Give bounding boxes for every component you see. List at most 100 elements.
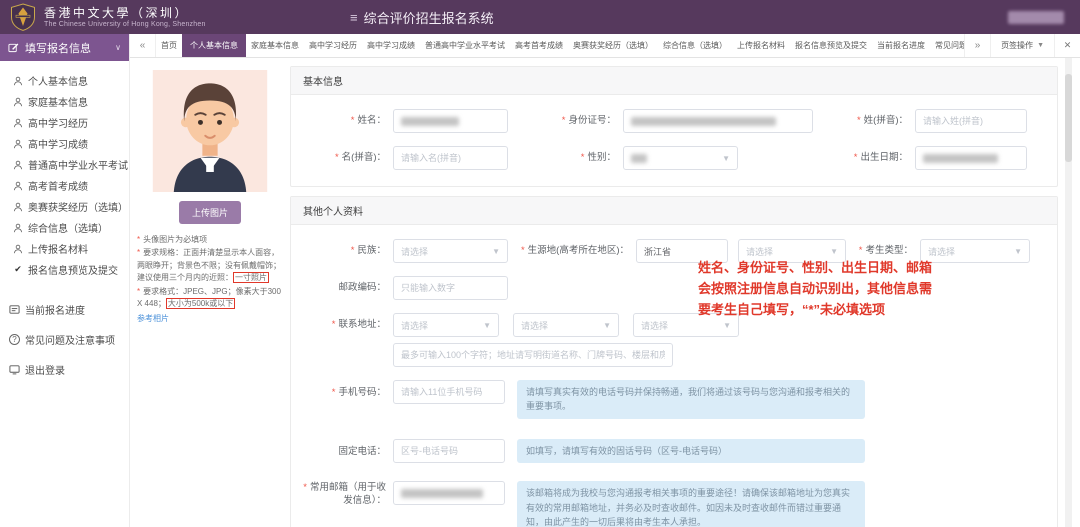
email-hint: 该邮箱将成为我校与您沟通报考相关事项的重要途径！请确保该邮箱地址为您真实有效的常… (517, 481, 865, 527)
question-icon: ? (9, 334, 20, 345)
sidebar-group-label: 填写报名信息 (25, 40, 91, 56)
sidebar-item-hs-experience[interactable]: 高中学习经历 (0, 112, 129, 133)
surname-pinyin-input[interactable] (915, 109, 1027, 133)
tab-progress[interactable]: 当前报名进度 (872, 34, 930, 57)
sidebar-item-preview-submit[interactable]: ✔ 报名信息预览及提交 (0, 259, 129, 280)
scrollbar-thumb[interactable] (1065, 74, 1072, 162)
progress-list-icon (9, 304, 20, 315)
university-name-en: The Chinese University of Hong Kong, She… (44, 21, 206, 28)
gender-select[interactable]: ▼ (623, 146, 738, 170)
address-detail-input[interactable] (393, 343, 673, 367)
birth-date-input[interactable] (915, 146, 1027, 170)
address-district-select[interactable]: 请选择 ▼ (633, 313, 739, 337)
sidebar-item-family-info[interactable]: 家庭基本信息 (0, 91, 129, 112)
sidebar-item-olympiad-awards[interactable]: 奥赛获奖经历（选填） (0, 196, 129, 217)
address-province-select[interactable]: 请选择 ▼ (393, 313, 499, 337)
caret-down-icon: ▼ (603, 321, 611, 330)
given-pinyin-input[interactable] (393, 146, 508, 170)
scroll-tabs-right-icon[interactable]: » (964, 34, 990, 57)
landline-hint: 如填写，请填写有效的固话号码（区号-电话号码） (517, 439, 865, 463)
field-name: 姓名： (303, 109, 535, 133)
id-number-input[interactable] (623, 109, 813, 133)
tab-gaokao-scores[interactable]: 高考首考成绩 (510, 34, 568, 57)
row-postal-code: 邮政编码： (303, 276, 1045, 300)
section-basic-info: 基本信息 姓名： 身份证号： 姓(拼音)： (290, 66, 1058, 187)
sidebar-item-comprehensive-info[interactable]: 综合信息（选填） (0, 217, 129, 238)
caret-down-icon: ▼ (1037, 42, 1044, 49)
row-email: 常用邮箱（用于收发信息）： 该邮箱将成为我校与您沟通报考相关事项的重要途径！请确… (303, 481, 1045, 527)
sidebar-group-fill-info[interactable]: 填写报名信息 ∨ (0, 34, 129, 61)
caret-down-icon: ▼ (723, 321, 731, 330)
university-name-cn: 香港中文大學（深圳） (44, 6, 206, 21)
tab-family-info[interactable]: 家庭基本信息 (246, 34, 304, 57)
person-icon (13, 139, 23, 149)
tabs-strip: 首页 个人基本信息 家庭基本信息 高中学习经历 高中学习成绩 普通高中学业水平考… (156, 34, 964, 57)
edit-icon (8, 42, 19, 53)
sidebar-item-personal-info[interactable]: 个人基本信息 (0, 70, 129, 91)
tab-comprehensive-info[interactable]: 综合信息（选填） (658, 34, 732, 57)
person-icon (13, 160, 23, 170)
system-title: 综合评价招生报名系统 (364, 8, 494, 27)
tab-bar: « 首页 个人基本信息 家庭基本信息 高中学习经历 高中学习成绩 普通高中学业水… (130, 34, 1080, 58)
sidebar-nav: 填写报名信息 ∨ 个人基本信息 家庭基本信息 高中学习经历 高中学习成绩 (0, 34, 130, 527)
ethnicity-select[interactable]: 请选择 ▼ (393, 239, 508, 263)
name-input[interactable] (393, 109, 508, 133)
mobile-input[interactable] (393, 380, 505, 404)
photo-requirements: 头像图片为必填项 要求规格：正面并清楚显示本人面容，两眼睁开；背景色不限；没有佩… (137, 234, 283, 326)
close-tab-icon[interactable]: ✕ (1054, 34, 1080, 57)
hamburger-menu-icon[interactable]: ≡ (350, 10, 358, 25)
field-surname-pinyin: 姓(拼音)： (835, 109, 1045, 133)
postal-code-input[interactable] (393, 276, 508, 300)
landline-input[interactable] (393, 439, 505, 463)
sidebar-footer: 当前报名进度 ? 常见问题及注意事项 退出登录 (0, 294, 129, 384)
tab-faq[interactable]: 常见问题及注意事项 (930, 34, 964, 57)
sidebar-item-gaokao-scores[interactable]: 高考首考成绩 (0, 175, 129, 196)
tab-upload-materials[interactable]: 上传报名材料 (732, 34, 790, 57)
row-address-selects: 联系地址： 请选择 ▼ 请选择 ▼ 请选择 (303, 313, 1045, 337)
tab-operations-dropdown[interactable]: 页签操作 ▼ (990, 34, 1054, 57)
photo-note-required: 头像图片为必填项 (143, 235, 207, 244)
tab-hs-grades[interactable]: 高中学习成绩 (362, 34, 420, 57)
form-area: 基本信息 姓名： 身份证号： 姓(拼音)： (290, 66, 1058, 527)
avatar-photo (151, 70, 269, 192)
field-given-pinyin: 名(拼音)： (303, 146, 535, 170)
caret-down-icon: ▼ (722, 154, 730, 163)
vertical-scrollbar[interactable] (1065, 58, 1072, 527)
candidate-type-select[interactable]: 请选择 ▼ (920, 239, 1030, 263)
caret-down-icon: ▼ (1014, 247, 1022, 256)
row-ethnicity-origin-type: 民族： 请选择 ▼ 生源地(高考所在地区)： 浙江省 请选择 ▼ (303, 239, 1045, 263)
photo-panel: 上传图片 头像图片为必填项 要求规格：正面并清楚显示本人面容，两眼睁开；背景色不… (134, 66, 286, 527)
row-mobile: 手机号码： 请填写真实有效的电话号码并保持畅通，我们将通过该号码与您沟通和报考相… (303, 380, 1045, 419)
user-account-redacted[interactable] (1008, 11, 1064, 24)
person-icon (13, 118, 23, 128)
address-city-select[interactable]: 请选择 ▼ (513, 313, 619, 337)
tab-preview-submit[interactable]: 报名信息预览及提交 (790, 34, 872, 57)
sidebar-item-upload-materials[interactable]: 上传报名材料 (0, 238, 129, 259)
field-id-number: 身份证号： (535, 109, 835, 133)
person-icon (13, 76, 23, 86)
system-title-bar: ≡ 综合评价招生报名系统 (350, 8, 494, 27)
sidebar-item-progress[interactable]: 当前报名进度 (0, 294, 129, 324)
upload-photo-button[interactable]: 上传图片 (179, 201, 241, 224)
field-birth-date: 出生日期： (835, 146, 1045, 170)
person-icon (13, 244, 23, 254)
sidebar-item-hs-grades[interactable]: 高中学习成绩 (0, 133, 129, 154)
tab-personal-info[interactable]: 个人基本信息 (182, 34, 246, 57)
origin-province-input[interactable]: 浙江省 (636, 239, 728, 263)
sidebar-item-faq[interactable]: ? 常见问题及注意事项 (0, 324, 129, 354)
tab-academic-level-exam[interactable]: 普通高中学业水平考试 (420, 34, 510, 57)
check-icon: ✔ (13, 264, 23, 275)
sidebar-item-academic-level-exam[interactable]: 普通高中学业水平考试 (0, 154, 129, 175)
tab-olympiad-awards[interactable]: 奥赛获奖经历（选填） (568, 34, 658, 57)
scroll-tabs-left-icon[interactable]: « (130, 34, 156, 57)
sidebar-item-logout[interactable]: 退出登录 (0, 354, 129, 384)
origin-city-select[interactable]: 请选择 ▼ (738, 239, 846, 263)
caret-down-icon: ▼ (483, 321, 491, 330)
tab-home[interactable]: 首页 (156, 34, 182, 57)
mobile-hint: 请填写真实有效的电话号码并保持畅通，我们将通过该号码与您沟通和报考相关的重要事项… (517, 380, 865, 419)
reference-photo-link[interactable]: 参考相片 (137, 313, 169, 325)
email-input[interactable] (393, 481, 505, 505)
person-icon (13, 181, 23, 191)
university-brand: 香港中文大學（深圳） The Chinese University of Hon… (0, 3, 350, 31)
tab-hs-experience[interactable]: 高中学习经历 (304, 34, 362, 57)
